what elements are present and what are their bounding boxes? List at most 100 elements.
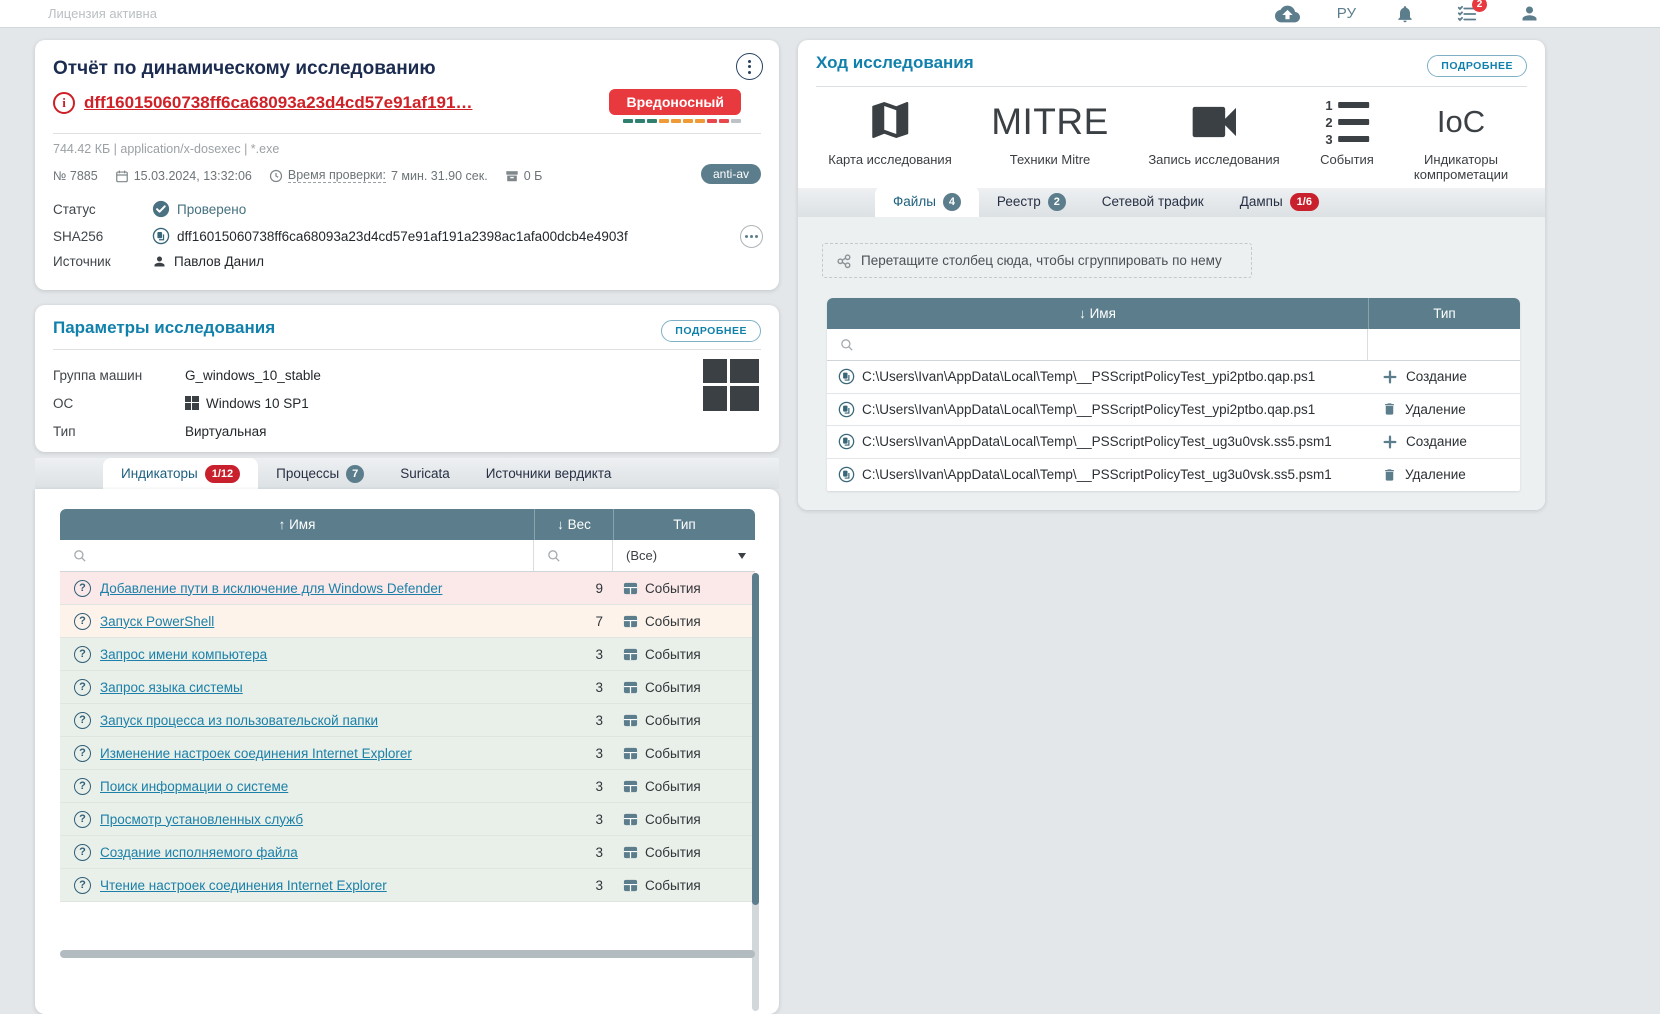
verdict-scale-segment <box>623 119 633 123</box>
danger-info-icon[interactable]: i <box>53 92 75 114</box>
copy-icon[interactable] <box>152 227 170 245</box>
type-filter-input[interactable] <box>1368 329 1520 360</box>
notifications-bell-icon[interactable] <box>1392 2 1418 26</box>
topbar: Лицензия активна РУ 2 <box>0 0 1660 28</box>
indicator-link[interactable]: Запрос имени компьютера <box>100 647 267 662</box>
copy-icon[interactable] <box>838 401 855 418</box>
indicator-link[interactable]: Запрос языка системы <box>100 680 243 695</box>
file-row[interactable]: C:\Users\Ivan\AppData\Local\Temp\__PSScr… <box>827 361 1520 394</box>
scan-date: 15.03.2024, 13:32:06 <box>115 169 252 183</box>
indicator-row[interactable]: ? Создание исполняемого файла 3 События <box>60 836 755 869</box>
shortcut-label: Карта исследования <box>828 153 951 168</box>
progress-more-button[interactable]: ПОДРОБНЕЕ <box>1427 55 1527 77</box>
indicator-row[interactable]: ? Добавление пути в исключение для Windo… <box>60 572 755 605</box>
indicator-link[interactable]: Запуск процесса из пользовательской папк… <box>100 713 378 728</box>
column-header-name[interactable]: ↓ Имя <box>827 298 1368 329</box>
anti-av-chip: anti-av <box>701 164 761 184</box>
param-label: ОС <box>53 396 185 411</box>
indicator-link[interactable]: Создание исполняемого файла <box>100 845 298 860</box>
column-header-type[interactable]: Тип <box>613 509 755 540</box>
file-report-link[interactable]: dff16015060738ff6ca68093a23d4cd57e91af19… <box>84 93 472 113</box>
indicator-link[interactable]: Чтение настроек соединения Internet Expl… <box>100 878 387 893</box>
indicator-row[interactable]: ? Изменение настроек соединения Internet… <box>60 737 755 770</box>
left-tab[interactable]: Suricata <box>382 458 468 489</box>
check-time-label[interactable]: Время проверки: <box>288 168 386 183</box>
indicator-row[interactable]: ? Запрос имени компьютера 3 События <box>60 638 755 671</box>
weight-filter-input[interactable] <box>534 540 613 571</box>
left-tab[interactable]: Процессы 7 <box>258 458 382 489</box>
progress-shortcut[interactable]: 1 2 3 Карта исследования <box>828 96 951 168</box>
indicator-row[interactable]: ? Чтение настроек соединения Internet Ex… <box>60 869 755 902</box>
left-tab[interactable]: Индикаторы 1/12 <box>103 458 258 489</box>
indicator-row[interactable]: ? Просмотр установленных служб 3 События <box>60 803 755 836</box>
question-icon[interactable]: ? <box>74 778 91 795</box>
question-icon[interactable]: ? <box>74 745 91 762</box>
indicator-row[interactable]: ? Запуск PowerShell 7 События <box>60 605 755 638</box>
progress-shortcut[interactable]: 1 2 3 Запись исследования <box>1148 96 1279 168</box>
indicator-link[interactable]: Поиск информации о системе <box>100 779 288 794</box>
column-header-name[interactable]: ↑ Имя <box>60 509 534 540</box>
report-menu-button[interactable] <box>736 53 763 80</box>
research-params-card: Параметры исследования ПОДРОБНЕЕ Группа … <box>35 305 779 452</box>
params-more-button[interactable]: ПОДРОБНЕЕ <box>661 320 761 342</box>
copy-icon[interactable] <box>838 466 855 483</box>
language-switcher[interactable]: РУ <box>1337 5 1356 22</box>
video-camera-icon <box>1188 102 1240 142</box>
name-filter-input[interactable] <box>827 329 1368 360</box>
indicator-link[interactable]: Добавление пути в исключение для Windows… <box>100 581 442 596</box>
question-icon[interactable]: ? <box>74 712 91 729</box>
indicator-type: События <box>645 680 701 695</box>
right-tab[interactable]: Файлы 4 <box>875 186 979 217</box>
column-header-weight[interactable]: ↓ Вес <box>534 509 613 540</box>
progress-shortcut[interactable]: 1 2 3 События <box>1320 96 1374 168</box>
question-icon[interactable]: ? <box>74 877 91 894</box>
horizontal-scrollbar[interactable] <box>60 950 755 958</box>
name-filter-input[interactable] <box>60 540 534 571</box>
indicator-link[interactable]: Изменение настроек соединения Internet E… <box>100 746 412 761</box>
tab-badge: 1/6 <box>1290 193 1319 211</box>
indicator-type: События <box>645 581 701 596</box>
progress-shortcut[interactable]: 1 2 3 IoC Индикаторы компрометации <box>1414 96 1508 183</box>
file-row[interactable]: C:\Users\Ivan\AppData\Local\Temp\__PSScr… <box>827 394 1520 427</box>
right-tab[interactable]: Реестр 2 <box>979 186 1084 217</box>
cloud-upload-icon[interactable] <box>1275 2 1301 26</box>
file-row[interactable]: C:\Users\Ivan\AppData\Local\Temp\__PSScr… <box>827 426 1520 459</box>
indicator-link[interactable]: Запуск PowerShell <box>100 614 214 629</box>
file-row[interactable]: C:\Users\Ivan\AppData\Local\Temp\__PSScr… <box>827 459 1520 492</box>
file-action: Удаление <box>1405 467 1466 482</box>
left-tab[interactable]: Источники вердикта <box>468 458 630 489</box>
question-icon[interactable]: ? <box>74 679 91 696</box>
indicator-link[interactable]: Просмотр установленных служб <box>100 812 303 827</box>
indicator-row[interactable]: ? Запрос языка системы 3 События <box>60 671 755 704</box>
tasks-list-icon[interactable]: 2 <box>1454 2 1480 26</box>
shortcut-text-logo: MITRE <box>991 101 1109 143</box>
file-path: C:\Users\Ivan\AppData\Local\Temp\__PSScr… <box>862 467 1332 482</box>
copy-icon[interactable] <box>838 368 855 385</box>
verdict-scale-segment <box>695 119 705 123</box>
vertical-scrollbar[interactable] <box>752 573 759 1011</box>
question-icon[interactable]: ? <box>74 646 91 663</box>
verdict-scale-segment <box>659 119 669 123</box>
question-icon[interactable]: ? <box>74 580 91 597</box>
column-header-type[interactable]: Тип <box>1368 298 1520 329</box>
progress-shortcut[interactable]: 1 2 3 MITRE Техники Mitre <box>991 96 1109 168</box>
source-row: Источник Павлов Данил <box>53 254 264 269</box>
question-icon[interactable]: ? <box>74 613 91 630</box>
indicator-row[interactable]: ? Запуск процесса из пользовательской па… <box>60 704 755 737</box>
question-icon[interactable]: ? <box>74 844 91 861</box>
right-tab[interactable]: Сетевой трафик <box>1084 186 1222 217</box>
sha256-more-button[interactable] <box>740 225 763 248</box>
question-icon[interactable]: ? <box>74 811 91 828</box>
user-profile-icon[interactable] <box>1516 2 1542 26</box>
indicator-row[interactable]: ? Поиск информации о системе 3 События <box>60 770 755 803</box>
group-dropzone[interactable]: Перетащите столбец сюда, чтобы сгруппиро… <box>822 243 1252 278</box>
verdict-badge: Вредоносный <box>609 89 741 115</box>
type-filter-select[interactable]: (Все) <box>613 540 755 571</box>
events-table-icon <box>623 878 638 893</box>
copy-icon[interactable] <box>838 433 855 450</box>
file-action: Создание <box>1406 369 1467 384</box>
scrollbar-thumb[interactable] <box>752 573 759 905</box>
param-value: G_windows_10_stable <box>185 368 321 383</box>
right-tab[interactable]: Дампы 1/6 <box>1222 186 1337 217</box>
group-by-icon <box>836 253 852 269</box>
